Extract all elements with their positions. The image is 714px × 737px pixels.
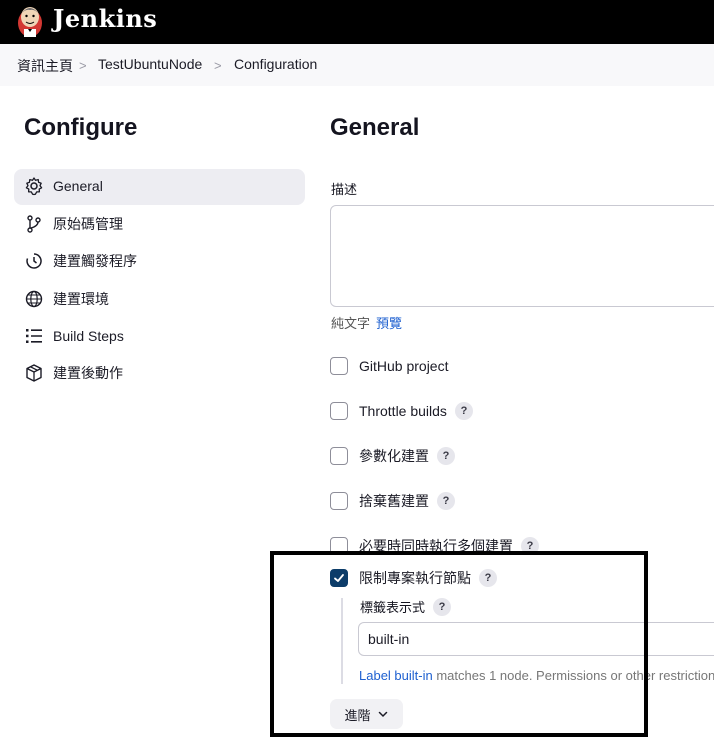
sidebar-title: Configure: [24, 114, 138, 141]
checkbox[interactable]: [330, 357, 348, 375]
checkbox[interactable]: [330, 492, 348, 510]
annotation-highlight-box: [270, 551, 648, 737]
option-parameterized[interactable]: 參數化建置 ?: [330, 446, 455, 466]
breadcrumb-configuration[interactable]: Configuration: [234, 56, 317, 72]
sidebar-item-label: General: [53, 178, 103, 194]
sidebar-item-label: 建置後動作: [53, 365, 123, 381]
breadcrumb-dashboard[interactable]: 資訊主頁: [17, 56, 73, 76]
list-icon: [26, 329, 42, 343]
package-icon: [26, 364, 42, 382]
timer-icon: [26, 253, 42, 269]
globe-icon: [25, 290, 43, 308]
help-icon[interactable]: ?: [454, 402, 473, 420]
option-github-project[interactable]: GitHub project: [330, 356, 448, 376]
source-branch-icon: [27, 215, 41, 233]
gear-icon: [25, 177, 43, 196]
sidebar-item-build-environment[interactable]: 建置環境: [24, 289, 109, 309]
breadcrumb-project[interactable]: TestUbuntuNode: [98, 56, 202, 72]
option-label: GitHub project: [359, 358, 449, 374]
sidebar-item-source-code[interactable]: 原始碼管理: [24, 214, 123, 234]
checkbox[interactable]: [330, 402, 348, 420]
jenkins-brand[interactable]: Jenkins: [53, 4, 157, 33]
sidebar-item-label: Build Steps: [53, 328, 124, 344]
chevron-right-icon: >: [79, 58, 87, 73]
sidebar-item-label: 建置環境: [53, 291, 109, 307]
description-label: 描述: [331, 182, 358, 197]
option-throttle-builds[interactable]: Throttle builds ?: [330, 401, 473, 421]
sidebar-item-build-triggers[interactable]: 建置觸發程序: [24, 251, 137, 271]
help-icon[interactable]: ?: [437, 492, 455, 510]
option-discard-old-builds[interactable]: 捨棄舊建置 ?: [330, 491, 455, 511]
jenkins-logo-icon[interactable]: [14, 3, 46, 39]
preview-link[interactable]: 預覽: [376, 313, 402, 332]
page-title: General: [330, 114, 420, 141]
sidebar-item-general[interactable]: General: [24, 176, 103, 196]
checkbox[interactable]: [330, 447, 348, 465]
sidebar-item-label: 建置觸發程序: [53, 253, 137, 269]
plain-text-label: 純文字: [331, 316, 371, 331]
help-icon[interactable]: ?: [437, 447, 455, 465]
sidebar-item-post-build[interactable]: 建置後動作: [24, 363, 123, 383]
chevron-right-icon: >: [214, 58, 222, 73]
description-textarea[interactable]: [330, 205, 714, 307]
option-label: 捨棄舊建置: [359, 493, 429, 509]
option-label: Throttle builds: [359, 403, 447, 419]
sidebar-item-build-steps[interactable]: Build Steps: [24, 326, 124, 346]
option-label: 參數化建置: [359, 448, 429, 464]
sidebar-item-label: 原始碼管理: [53, 216, 123, 232]
